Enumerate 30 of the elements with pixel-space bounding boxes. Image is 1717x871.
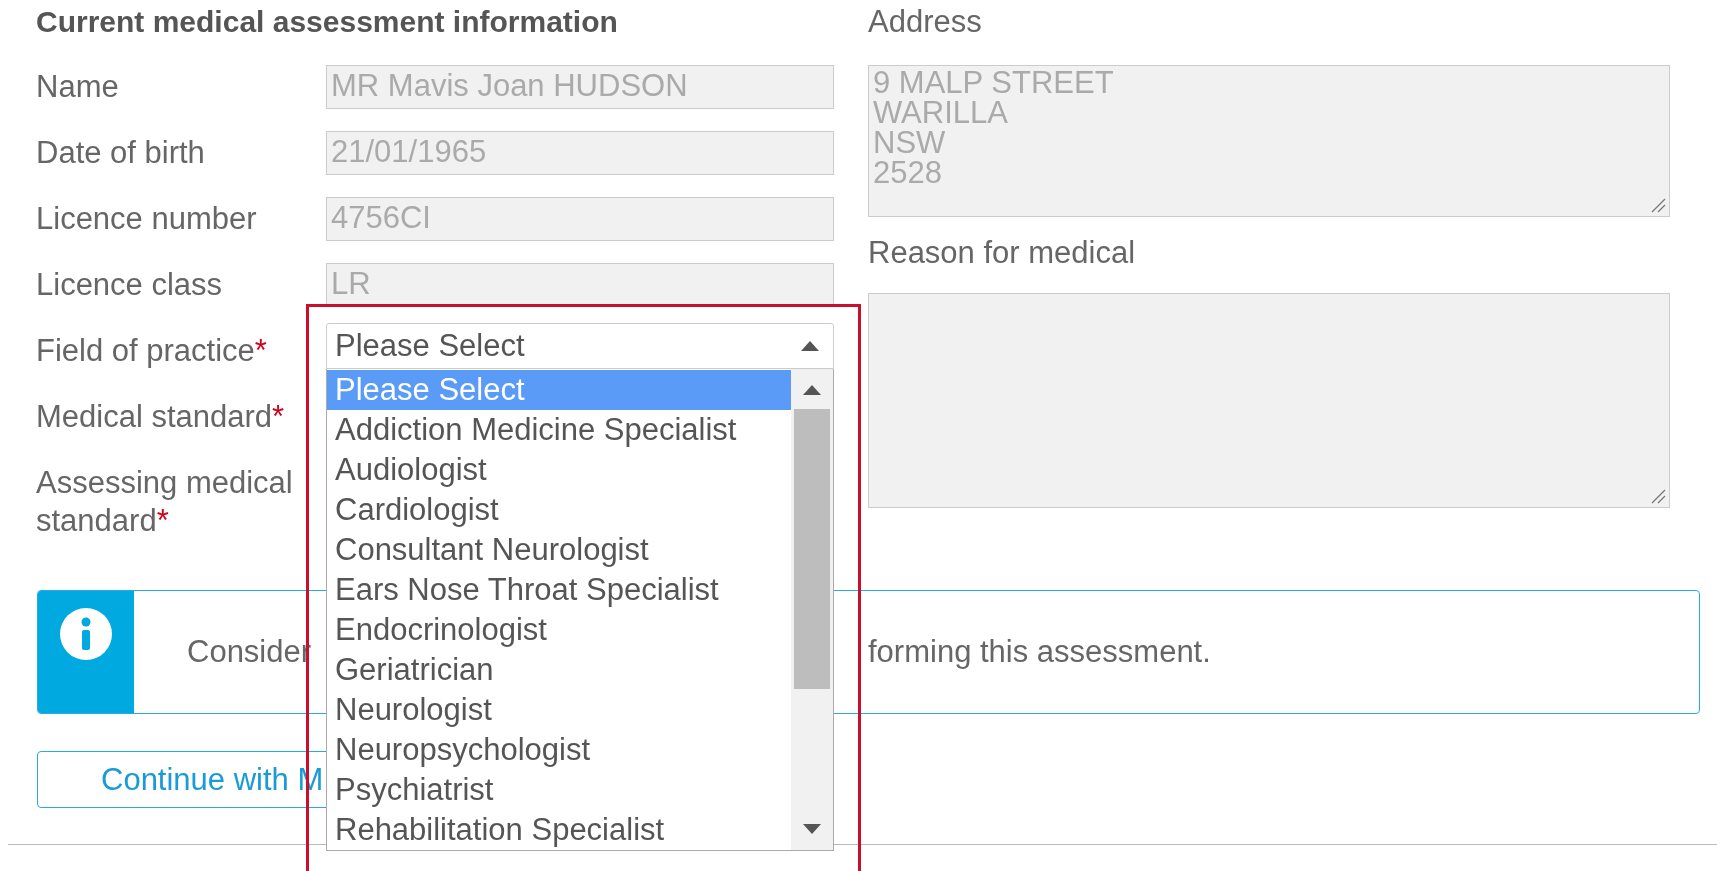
scrollbar[interactable]: [791, 369, 833, 850]
field-label: Reason for medical: [868, 234, 1137, 272]
scrollbar-thumb[interactable]: [794, 409, 830, 689]
practice-dropdown[interactable]: Please Select: [326, 323, 834, 369]
field-label: Assessing medical standard*: [36, 464, 294, 540]
dropdown-option[interactable]: Geriatrician: [327, 650, 791, 690]
field-label: Field of practice*: [36, 332, 268, 370]
dropdown-option[interactable]: Cardiologist: [327, 490, 791, 530]
dropdown-option[interactable]: Consultant Neurologist: [327, 530, 791, 570]
field-label: Medical standard*: [36, 398, 286, 436]
resize-grip-icon[interactable]: [1650, 197, 1666, 213]
dropdown-option[interactable]: Audiologist: [327, 450, 791, 490]
scroll-up-icon[interactable]: [803, 385, 821, 395]
info-text: forming this assessment.: [868, 634, 1211, 670]
field-label: Name: [36, 68, 120, 106]
field-label: Licence number: [36, 200, 258, 238]
field-label: Licence class: [36, 266, 224, 304]
dropdown-option[interactable]: Ears Nose Throat Specialist: [327, 570, 791, 610]
scroll-down-icon[interactable]: [803, 824, 821, 834]
field-label: Address: [868, 3, 983, 41]
dropdown-option[interactable]: Rehabilitation Specialist: [327, 810, 791, 850]
dropdown-option[interactable]: Addiction Medicine Specialist: [327, 410, 791, 450]
dropdown-option[interactable]: Neurologist: [327, 690, 791, 730]
dropdown-option[interactable]: Endocrinologist: [327, 610, 791, 650]
field-label: Date of birth: [36, 134, 206, 172]
reason-field[interactable]: [868, 293, 1670, 508]
caret-icon[interactable]: [801, 341, 819, 351]
info-icon: [59, 607, 113, 661]
section-title: Current medical assessment information: [36, 4, 619, 40]
resize-grip-icon[interactable]: [1650, 488, 1666, 504]
